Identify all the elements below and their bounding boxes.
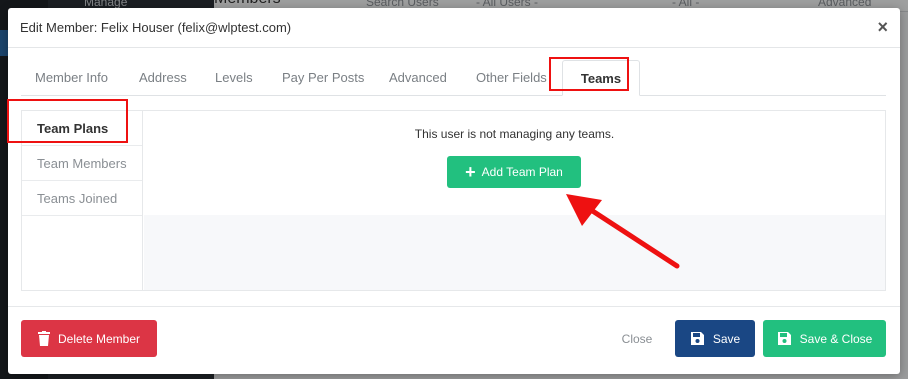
plus-icon: +	[465, 162, 476, 182]
subnav-teams-joined[interactable]: Teams Joined	[22, 181, 142, 216]
add-team-plan-button[interactable]: + Add Team Plan	[447, 156, 581, 188]
modal-title: Edit Member: Felix Houser (felix@wlptest…	[20, 20, 292, 35]
red-arrow-annotation	[566, 194, 680, 269]
tab-address[interactable]: Address	[139, 60, 187, 96]
team-plans-panel: This user is not managing any teams. + A…	[144, 111, 885, 290]
edit-member-modal: Edit Member: Felix Houser (felix@wlptest…	[8, 8, 900, 374]
teams-content: Team Plans Team Members Teams Joined Thi…	[21, 110, 886, 291]
close-icon[interactable]: ×	[877, 18, 888, 36]
tab-other-fields[interactable]: Other Fields	[476, 60, 547, 96]
panel-lower	[144, 215, 885, 290]
subnav-team-members[interactable]: Team Members	[22, 146, 142, 181]
save-button[interactable]: Save	[675, 320, 755, 357]
modal-header: Edit Member: Felix Houser (felix@wlptest…	[8, 8, 900, 48]
trash-icon	[37, 331, 50, 346]
save-and-close-button[interactable]: Save & Close	[763, 320, 886, 357]
delete-member-label: Delete Member	[57, 331, 141, 346]
tab-advanced[interactable]: Advanced	[389, 60, 447, 96]
tab-bar: Member Info Address Levels Pay Per Posts…	[21, 60, 886, 96]
modal-footer: Delete Member Close Save Save & Close	[8, 306, 900, 374]
teams-tab-highlight-box	[549, 57, 629, 91]
empty-message: This user is not managing any teams.	[414, 127, 615, 141]
close-button[interactable]: Close	[611, 320, 663, 357]
floppy-disk-icon	[777, 332, 791, 345]
floppy-disk-icon	[690, 332, 704, 345]
tab-levels[interactable]: Levels	[215, 60, 253, 96]
save-and-close-label: Save & Close	[799, 331, 873, 346]
save-label: Save	[712, 331, 741, 346]
tab-pay-per-posts[interactable]: Pay Per Posts	[282, 60, 364, 96]
delete-member-button[interactable]: Delete Member	[21, 320, 157, 357]
tab-member-info[interactable]: Member Info	[35, 60, 108, 96]
team-plans-highlight-box	[7, 99, 128, 143]
add-team-plan-label: Add Team Plan	[481, 165, 563, 179]
